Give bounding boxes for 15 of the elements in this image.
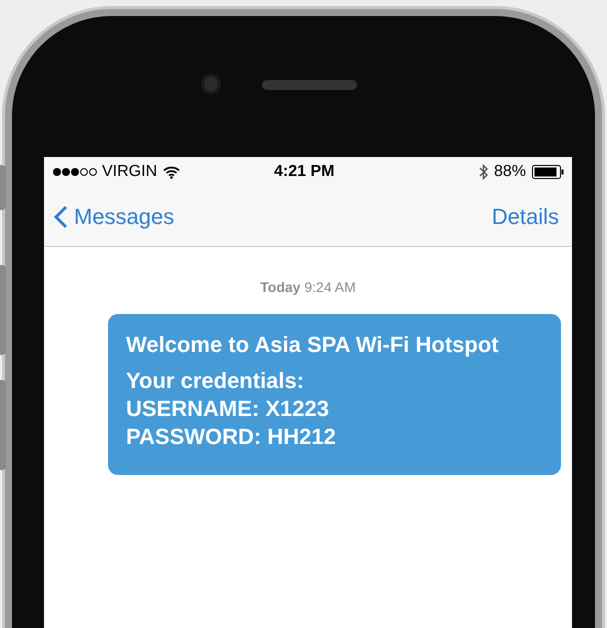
chevron-left-icon	[54, 204, 68, 228]
message-line: PASSWORD: HH212	[126, 423, 337, 451]
message-line: Welcome to Asia SPA Wi-Fi Hotspot	[126, 331, 500, 359]
status-time: 4:21 PM	[274, 162, 334, 182]
message-line: USERNAME: X1223	[126, 395, 330, 423]
details-link[interactable]: Details	[492, 200, 559, 233]
battery-percentage: 88%	[494, 162, 526, 182]
wifi-icon	[163, 166, 180, 178]
message-timestamp: Today 9:24 AM	[260, 278, 356, 297]
battery-icon	[532, 165, 564, 179]
back-button[interactable]: Messages	[54, 200, 174, 233]
carrier-name: VIRGIN	[102, 162, 158, 182]
signal-strength-icon	[52, 167, 100, 177]
bluetooth-icon	[478, 164, 488, 180]
message-line: Your credentials:	[126, 367, 306, 395]
